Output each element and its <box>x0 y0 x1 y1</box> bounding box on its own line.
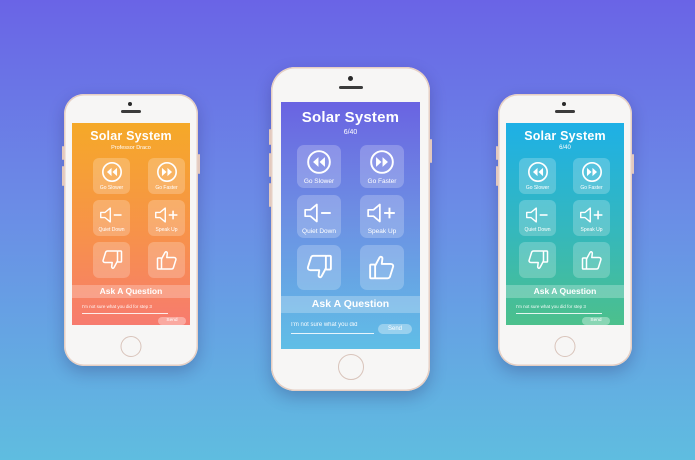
phone-side-button <box>269 129 271 145</box>
rewind-icon <box>307 150 331 174</box>
volume-up-icon <box>154 207 177 223</box>
speak-up-button[interactable]: Speak Up <box>148 200 185 236</box>
rewind-icon <box>527 162 548 182</box>
phone-right: Solar System 6/40 Go Slower Go Faster Qu… <box>496 94 634 366</box>
quiet-down-button[interactable]: Quiet Down <box>93 200 130 236</box>
app-title: Solar System <box>524 129 606 143</box>
thumbs-down-icon <box>101 250 122 269</box>
go-slower-button[interactable]: Go Slower <box>519 158 556 194</box>
send-button[interactable]: Send <box>582 317 610 325</box>
speaker-grille <box>338 86 363 89</box>
home-button[interactable] <box>554 336 576 357</box>
speaker-grille <box>555 110 575 113</box>
quiet-down-button[interactable]: Quiet Down <box>519 200 556 236</box>
thumbs-down-button[interactable] <box>297 245 341 290</box>
ask-question-header: Ask A Question <box>506 285 624 298</box>
thumbs-down-icon <box>306 254 332 279</box>
button-label: Speak Up <box>155 227 178 233</box>
go-slower-button[interactable]: Go Slower <box>297 145 341 188</box>
rewind-icon <box>101 162 122 182</box>
question-input[interactable]: I'm not sure what you did <box>291 322 374 334</box>
question-input[interactable]: I'm not sure what you did for step 3 <box>516 304 602 314</box>
send-button[interactable]: Send <box>158 317 186 325</box>
thumbs-up-icon <box>369 255 395 280</box>
thumbs-up-button[interactable] <box>148 242 185 278</box>
fast-forward-icon <box>581 162 602 182</box>
home-button[interactable] <box>337 354 364 380</box>
button-label: Quiet Down <box>302 228 336 235</box>
go-faster-button[interactable]: Go Faster <box>573 158 610 194</box>
button-label: Quiet Down <box>98 227 125 233</box>
button-label: Go Slower <box>303 178 335 185</box>
screen-center: Solar System 6/40 Go Slower Go Faster Qu… <box>281 102 420 349</box>
go-slower-button[interactable]: Go Slower <box>93 158 130 194</box>
progress-counter: 6/40 <box>343 129 358 136</box>
thumbs-down-button[interactable] <box>519 242 556 278</box>
app-title: Solar System <box>301 109 400 126</box>
phone-left: Solar System Professor Draco Go Slower G… <box>62 94 200 366</box>
button-label: Speak Up <box>580 227 603 233</box>
thumbs-down-icon <box>527 250 548 269</box>
app-title: Solar System <box>90 129 172 143</box>
progress-counter: 6/40 <box>559 145 571 151</box>
phone-side-button <box>198 154 200 174</box>
thumbs-up-icon <box>581 251 602 270</box>
button-label: Go Slower <box>525 185 550 191</box>
phone-side-button <box>496 166 498 186</box>
speak-up-button[interactable]: Speak Up <box>360 195 404 238</box>
go-faster-button[interactable]: Go Faster <box>148 158 185 194</box>
button-label: Go Slower <box>99 185 124 191</box>
volume-down-icon <box>99 207 122 223</box>
quiet-down-button[interactable]: Quiet Down <box>297 195 341 238</box>
fast-forward-icon <box>370 150 394 174</box>
volume-down-icon <box>304 203 331 223</box>
camera-icon <box>128 102 132 106</box>
speaker-grille <box>121 110 141 113</box>
fast-forward-icon <box>156 162 177 182</box>
phone-side-button <box>496 146 498 160</box>
screen-left: Solar System Professor Draco Go Slower G… <box>72 123 190 325</box>
thumbs-up-button[interactable] <box>573 242 610 278</box>
phone-center: Solar System 6/40 Go Slower Go Faster Qu… <box>269 67 432 391</box>
go-faster-button[interactable]: Go Faster <box>360 145 404 188</box>
button-label: Quiet Down <box>524 227 551 233</box>
phone-side-button <box>269 183 271 207</box>
button-label: Go Faster <box>155 185 178 191</box>
camera-icon <box>348 76 353 81</box>
thumbs-up-icon <box>156 251 177 270</box>
phone-side-button <box>269 153 271 177</box>
send-button[interactable]: Send <box>378 324 412 334</box>
thumbs-down-button[interactable] <box>93 242 130 278</box>
professor-name: Professor Draco <box>111 145 151 151</box>
question-input[interactable]: I'm not sure what you did for step 3 <box>82 304 168 314</box>
phone-side-button <box>62 146 64 160</box>
home-button[interactable] <box>120 336 142 357</box>
phone-side-button <box>632 154 634 174</box>
thumbs-up-button[interactable] <box>360 245 404 290</box>
ask-question-header: Ask A Question <box>281 296 420 313</box>
phone-side-button <box>430 139 432 163</box>
speak-up-button[interactable]: Speak Up <box>573 200 610 236</box>
volume-up-icon <box>579 207 602 223</box>
volume-up-icon <box>367 203 395 223</box>
screen-right: Solar System 6/40 Go Slower Go Faster Qu… <box>506 123 624 325</box>
button-label: Speak Up <box>367 228 397 235</box>
camera-icon <box>562 102 566 106</box>
button-label: Go Faster <box>580 185 603 191</box>
ask-question-header: Ask A Question <box>72 285 190 298</box>
volume-down-icon <box>525 207 548 223</box>
button-label: Go Faster <box>367 178 397 185</box>
phone-side-button <box>62 166 64 186</box>
